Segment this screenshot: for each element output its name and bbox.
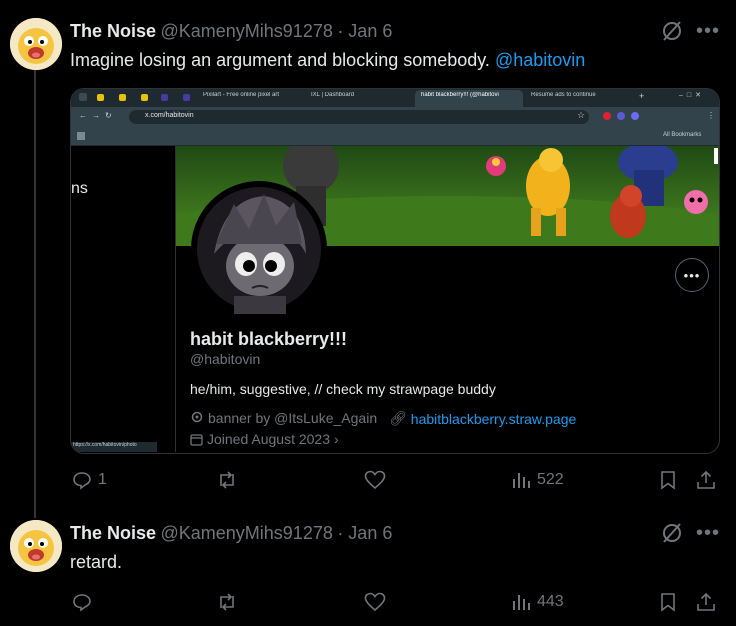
share-button[interactable] — [696, 592, 716, 612]
profile-bio: he/him, suggestive, // check my strawpag… — [190, 381, 496, 397]
window-controls[interactable]: –□✕ — [679, 91, 705, 99]
profile-location: banner by @ItsLuke_Again — [190, 410, 377, 426]
tweet-header: The Noise @KamenyMihs91278 · Jan 6 — [70, 523, 392, 544]
bookmark-star-icon[interactable]: ☆ — [577, 110, 585, 121]
calendar-icon — [190, 433, 203, 446]
bookmark-button[interactable] — [660, 592, 676, 612]
x-sidebar: ns — [71, 146, 176, 452]
location-pin-icon — [190, 411, 204, 425]
bookmarks-bar: All Bookmarks — [71, 127, 719, 146]
avatar[interactable] — [10, 520, 62, 572]
grok-icon[interactable] — [661, 20, 683, 42]
sidebar-fragment: ns — [71, 180, 88, 197]
tweet-date[interactable]: · Jan 6 — [337, 523, 392, 543]
thread-line — [34, 70, 36, 518]
browser-tab-strip: Pixilart - Free online pixel art IXL | D… — [71, 89, 719, 107]
new-tab-icon[interactable]: + — [639, 91, 644, 101]
browser-toolbar: ←→↻ x.com/habitovin ☆ ⋮ — [71, 107, 719, 127]
website-link[interactable]: habitblackberry.straw.page — [411, 411, 577, 427]
chevron-right-icon[interactable]: › — [334, 431, 339, 447]
more-options-icon[interactable]: ••• — [696, 20, 720, 43]
tweet-date[interactable]: · Jan 6 — [337, 21, 392, 41]
tab-pixilart[interactable]: Pixilart - Free online pixel art — [203, 92, 303, 98]
view-count: 443 — [537, 593, 564, 610]
avatar[interactable] — [10, 18, 62, 70]
profile-more-button[interactable]: ••• — [675, 258, 709, 292]
views-button[interactable]: 522 — [511, 470, 564, 490]
link-icon: 🔗︎ — [389, 410, 407, 426]
display-name[interactable]: The Noise — [70, 21, 156, 41]
address-bar[interactable] — [129, 110, 589, 124]
tab-favicon[interactable] — [183, 94, 190, 101]
status-url: https://x.com/habitovin/photo — [71, 442, 157, 452]
tweet-body: retard. — [70, 552, 123, 572]
tab-favicon[interactable] — [161, 94, 168, 101]
retweet-button[interactable] — [216, 592, 238, 612]
extension-icon[interactable] — [631, 112, 639, 120]
tab-habit[interactable]: habit blackberry!!! (@habitovi — [421, 92, 517, 98]
like-button[interactable] — [364, 592, 386, 612]
tab-favicon[interactable] — [97, 94, 104, 101]
retweet-button[interactable] — [216, 470, 238, 490]
profile-name: habit blackberry!!! — [190, 329, 348, 349]
banner-credit: banner by @ItsLuke_Again — [208, 410, 378, 426]
profile-avatar[interactable] — [191, 181, 327, 317]
tab-favicon[interactable] — [119, 94, 126, 101]
view-count: 522 — [537, 471, 564, 488]
share-button[interactable] — [696, 470, 716, 490]
address-url[interactable]: x.com/habitovin — [145, 112, 194, 119]
reply-button[interactable]: 1 — [72, 470, 107, 490]
reply-count: 1 — [98, 471, 107, 488]
extension-icon[interactable] — [617, 112, 625, 120]
nav-buttons[interactable]: ←→↻ — [79, 111, 117, 120]
user-handle[interactable]: @KamenyMihs91278 — [160, 21, 332, 41]
tweet-image[interactable]: Pixilart - Free online pixel art IXL | D… — [70, 88, 720, 454]
tweet-text: Imagine losing an argument and blocking … — [70, 50, 585, 71]
like-button[interactable] — [364, 470, 386, 490]
browser-menu-icon[interactable]: ⋮ — [707, 111, 715, 120]
grok-icon[interactable] — [661, 522, 683, 544]
tab-search-icon[interactable] — [79, 93, 87, 101]
more-options-icon[interactable]: ••• — [696, 522, 720, 545]
user-handle[interactable]: @KamenyMihs91278 — [160, 523, 332, 543]
tab-favicon[interactable] — [141, 94, 148, 101]
joined-date: Joined August 2023 — [207, 431, 330, 447]
bookmark-button[interactable] — [660, 470, 676, 490]
tab-ixl[interactable]: IXL | Dashboard — [311, 92, 401, 98]
tweet-body: Imagine losing an argument and blocking … — [70, 50, 490, 70]
apps-icon[interactable] — [77, 132, 85, 140]
tweet-header: The Noise @KamenyMihs91278 · Jan 6 — [70, 21, 392, 42]
all-bookmarks[interactable]: All Bookmarks — [663, 132, 701, 138]
reply-button[interactable] — [72, 592, 92, 612]
display-name[interactable]: The Noise — [70, 523, 156, 543]
views-button[interactable]: 443 — [511, 592, 564, 612]
tab-resume-ads[interactable]: Resume ads to continue — [531, 92, 621, 98]
profile-handle: @habitovin — [190, 351, 261, 367]
profile-website[interactable]: 🔗︎ habitblackberry.straw.page — [389, 410, 576, 427]
profile-joined: Joined August 2023 › — [190, 431, 339, 447]
extension-icon[interactable] — [603, 112, 611, 120]
mention-link[interactable]: @habitovin — [495, 50, 585, 70]
